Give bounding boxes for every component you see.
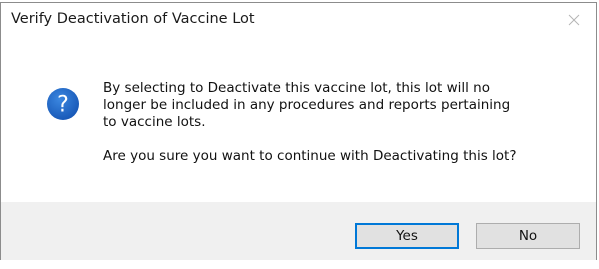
dialog-content: ? By selecting to Deactivate this vaccin… bbox=[1, 39, 596, 201]
message-text-line1: By selecting to Deactivate this vaccine … bbox=[103, 80, 490, 96]
dialog-message: By selecting to Deactivate this vaccine … bbox=[103, 80, 573, 165]
yes-button[interactable]: Yes bbox=[355, 223, 459, 249]
close-icon bbox=[568, 14, 580, 26]
no-button[interactable]: No bbox=[476, 223, 580, 249]
dialog-titlebar: Verify Deactivation of Vaccine Lot bbox=[1, 3, 596, 39]
close-button[interactable] bbox=[554, 3, 594, 37]
message-text-line2: longer be included in any procedures and… bbox=[103, 97, 511, 113]
screen: Verify Deactivation of Vaccine Lot ? By … bbox=[0, 0, 599, 269]
dialog-title: Verify Deactivation of Vaccine Lot bbox=[11, 11, 255, 27]
question-icon: ? bbox=[46, 87, 80, 121]
svg-text:?: ? bbox=[57, 93, 69, 118]
confirmation-dialog: Verify Deactivation of Vaccine Lot ? By … bbox=[0, 2, 597, 260]
dialog-button-bar: Yes No bbox=[1, 202, 596, 260]
confirm-question-text: Are you sure you want to continue with D… bbox=[103, 148, 517, 164]
message-text-line3: to vaccine lots. bbox=[103, 114, 206, 130]
